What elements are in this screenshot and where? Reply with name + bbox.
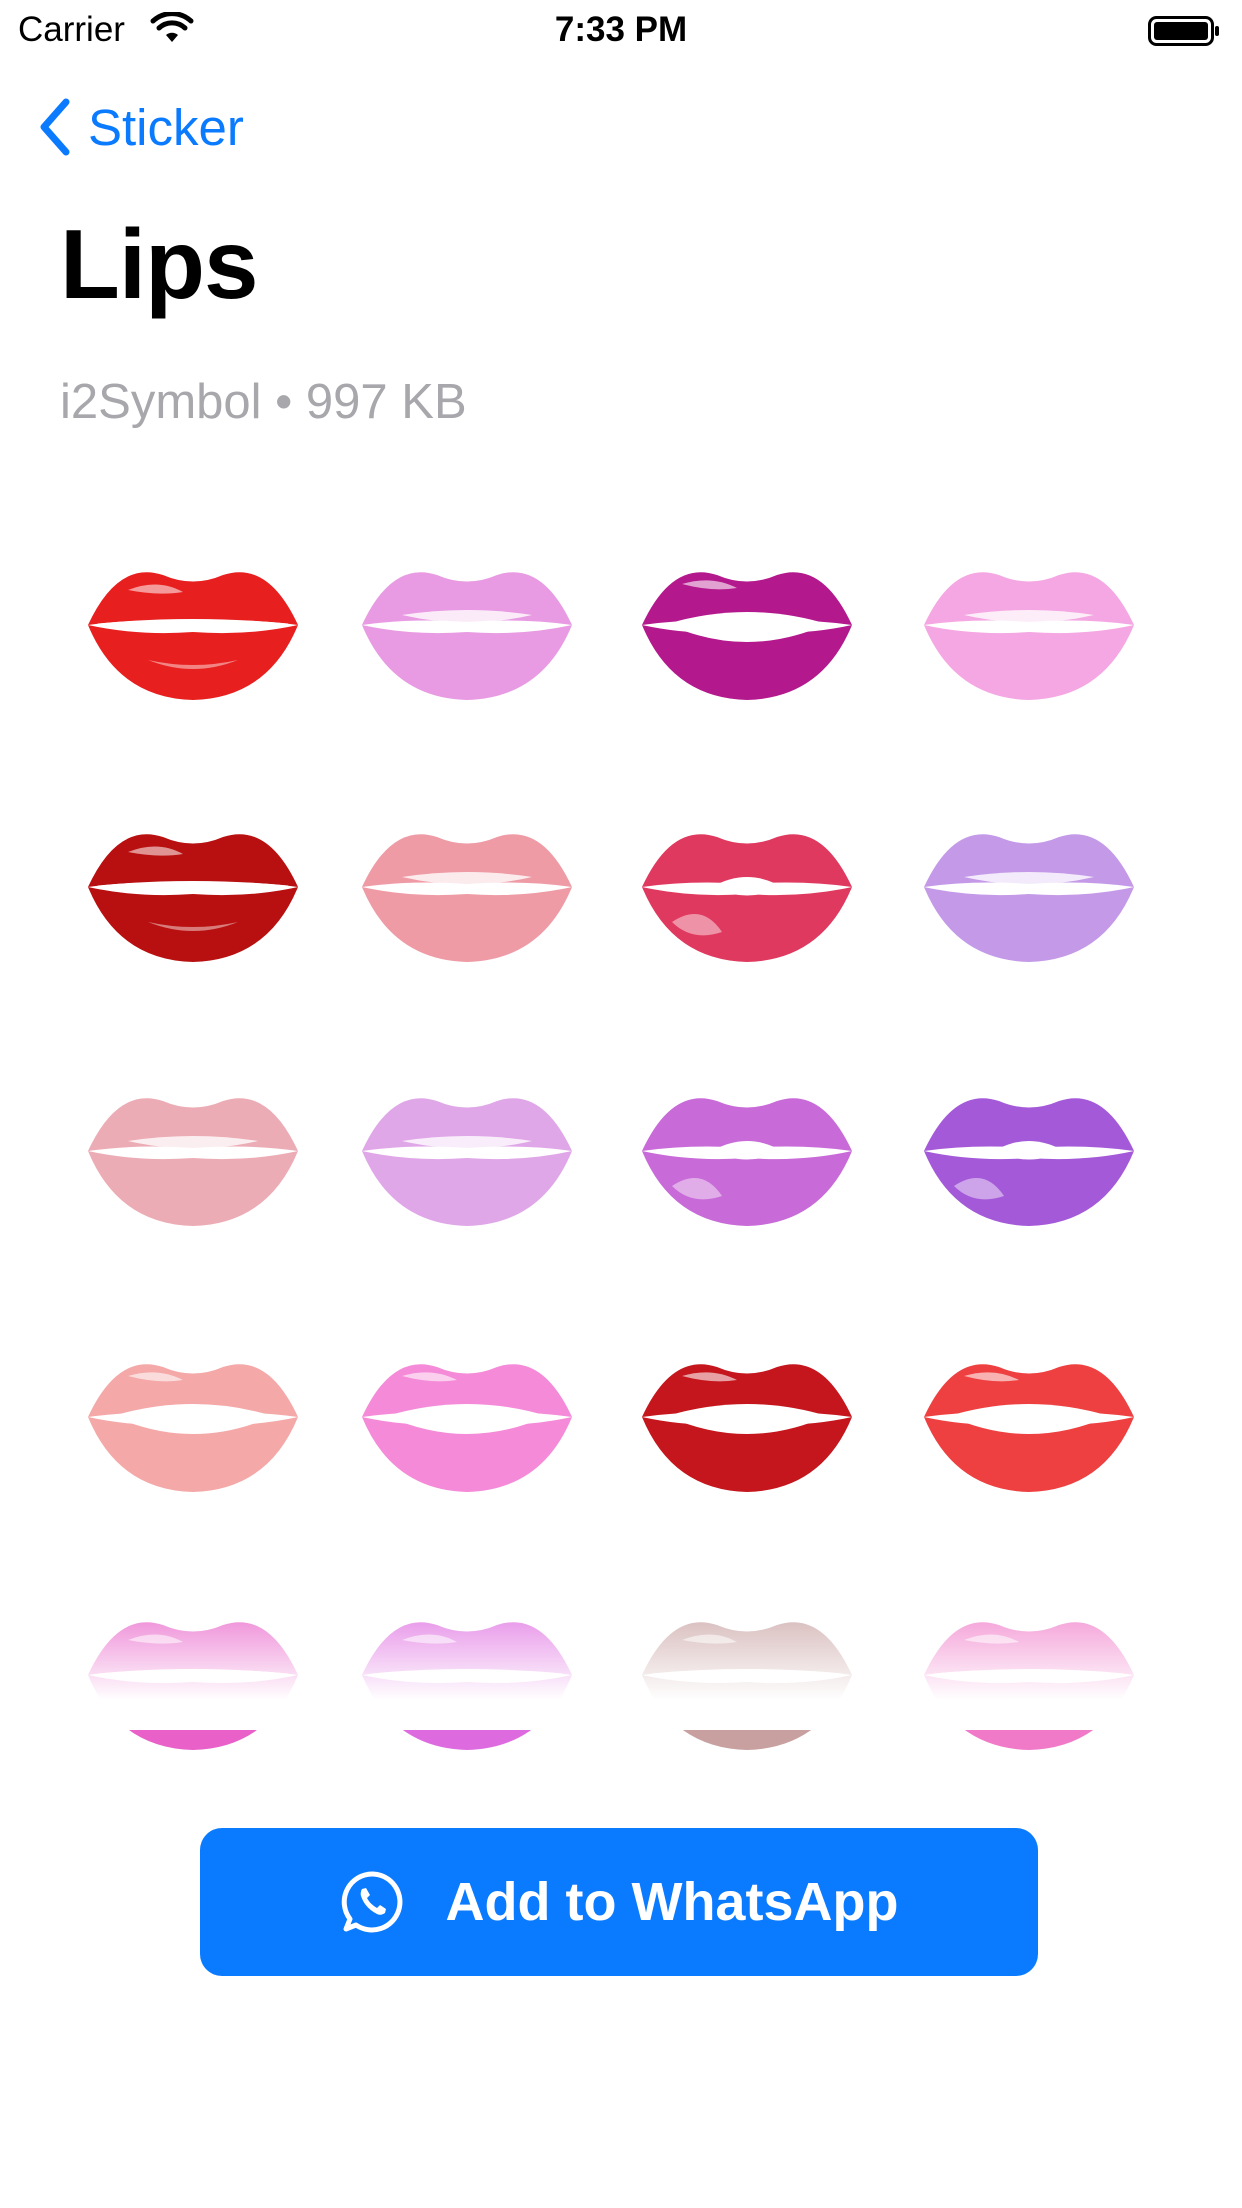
sticker-item[interactable]: [622, 1046, 872, 1256]
sticker-item[interactable]: [68, 782, 318, 992]
sticker-item[interactable]: [622, 520, 872, 730]
sticker-item[interactable]: [342, 1312, 592, 1522]
lips-sticker-image: [642, 572, 852, 700]
lips-sticker-image: [642, 1364, 852, 1492]
sticker-item[interactable]: [622, 782, 872, 992]
status-time: 7:33 PM: [554, 10, 688, 49]
sticker-item[interactable]: [68, 1046, 318, 1256]
whatsapp-icon: [341, 1871, 402, 1933]
add-to-whatsapp-label: Add to WhatsApp: [445, 1872, 899, 1932]
sticker-item[interactable]: [342, 782, 592, 992]
lips-sticker-image: [88, 572, 298, 700]
sticker-item[interactable]: [904, 782, 1154, 992]
chevron-left-icon: [40, 98, 70, 156]
lips-sticker-image: [362, 1364, 572, 1492]
lips-sticker-image: [924, 1098, 1134, 1226]
sticker-item[interactable]: [342, 520, 592, 730]
battery-icon: [1148, 16, 1219, 46]
pack-subtitle: i2Symbol • 997 KB: [60, 375, 467, 429]
sticker-item[interactable]: [68, 520, 318, 730]
add-to-whatsapp-button[interactable]: Add to WhatsApp: [200, 1828, 1038, 1976]
lips-sticker-image: [362, 1098, 572, 1226]
sticker-grid: [0, 520, 1242, 1750]
lips-sticker-image: [924, 834, 1134, 962]
lips-sticker-image: [88, 834, 298, 962]
sticker-item[interactable]: [342, 1046, 592, 1256]
sticker-item[interactable]: [68, 1312, 318, 1522]
lips-sticker-image: [88, 1364, 298, 1492]
sticker-item[interactable]: [904, 520, 1154, 730]
back-button[interactable]: Sticker: [36, 94, 244, 160]
sticker-item[interactable]: [904, 1046, 1154, 1256]
sticker-item[interactable]: [904, 1312, 1154, 1522]
sticker-item[interactable]: [622, 1312, 872, 1522]
status-bar: Carrier 7:33 PM: [0, 0, 1242, 60]
grid-fade-overlay: [0, 1580, 1242, 1730]
back-label: Sticker: [88, 98, 244, 156]
lips-sticker-image: [924, 1364, 1134, 1492]
lips-sticker-image: [642, 1098, 852, 1226]
lips-sticker-image: [642, 834, 852, 962]
lips-sticker-image: [362, 572, 572, 700]
lips-sticker-image: [924, 572, 1134, 700]
lips-sticker-image: [362, 834, 572, 962]
lips-sticker-image: [88, 1098, 298, 1226]
page-title: Lips: [60, 209, 258, 319]
